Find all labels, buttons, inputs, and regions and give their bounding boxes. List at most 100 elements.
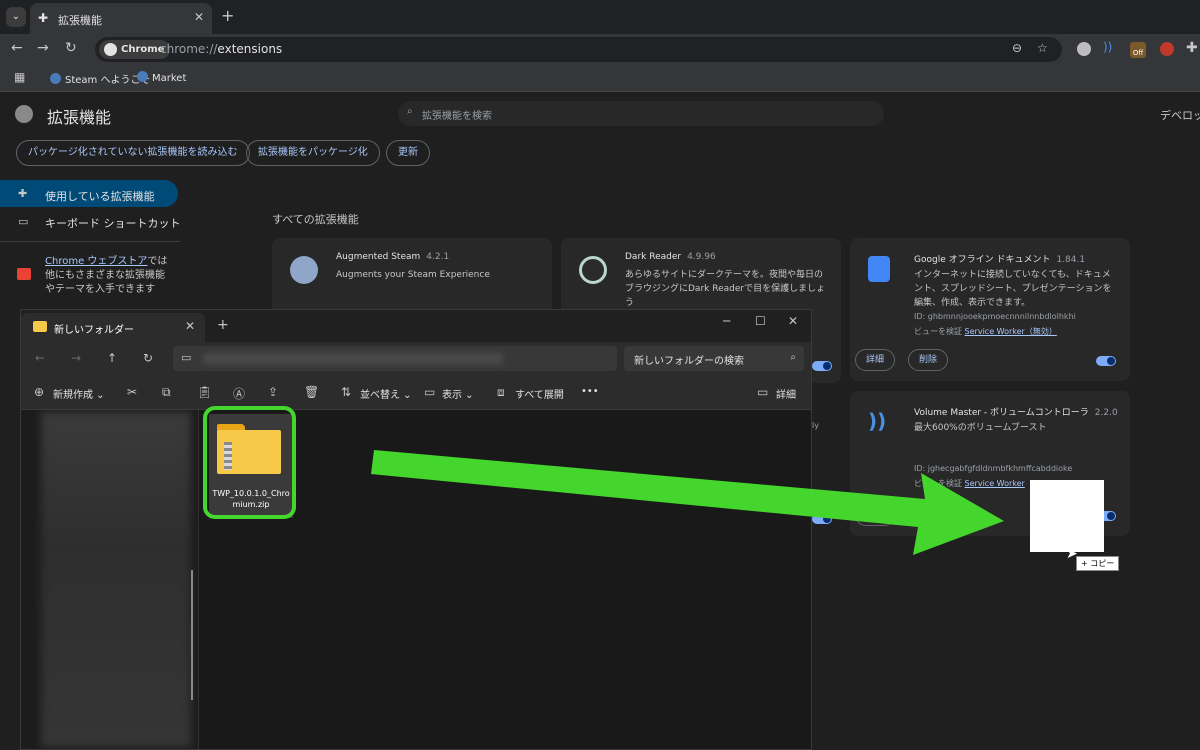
- tab-title: 拡張機能: [58, 14, 102, 27]
- details-button[interactable]: 詳細: [855, 504, 896, 526]
- file-explorer-window: 新しいフォルダー ✕ + ─ ☐ ✕ ← → ↑ ↻ ▭ 新しいフォルダーの検索…: [20, 309, 812, 750]
- puzzle-icon: ✚: [18, 187, 28, 200]
- inspect-views: ビューを検証 Service Worker: [914, 479, 1025, 488]
- zoom-icon[interactable]: ⊖: [1012, 41, 1022, 55]
- extract-all-button[interactable]: すべて展開: [515, 386, 564, 401]
- dark-reader-icon[interactable]: [1160, 42, 1174, 56]
- service-worker-link[interactable]: Service Worker（無効）: [965, 327, 1057, 336]
- keyboard-icon: ▭: [18, 215, 29, 228]
- sort-icon: ⇅: [341, 385, 352, 399]
- explorer-search-input[interactable]: 新しいフォルダーの検索 ⌕: [624, 346, 804, 371]
- load-unpacked-button[interactable]: パッケージ化されていない拡張機能を読み込む: [16, 140, 250, 166]
- drag-preview: [1030, 480, 1104, 552]
- more-options-button[interactable]: •••: [581, 386, 599, 397]
- forward-icon[interactable]: →: [37, 40, 49, 56]
- up-icon[interactable]: ↑: [107, 351, 117, 365]
- details-button[interactable]: 詳細: [776, 386, 796, 401]
- explorer-address-row: ← → ↑ ↻ ▭ 新しいフォルダーの検索 ⌕: [21, 342, 811, 376]
- sidebar-item-label: 使用している拡張機能: [45, 190, 155, 203]
- cut-icon[interactable]: ✂: [127, 385, 137, 399]
- bookmarks-bar: ▦ Steam へようこそ Market: [0, 64, 1200, 92]
- navigation-pane[interactable]: [21, 410, 199, 749]
- extension-description: Augments your Steam Experience: [336, 270, 490, 280]
- back-icon[interactable]: ←: [35, 351, 45, 365]
- delete-icon[interactable]: 🗑︎: [304, 385, 319, 399]
- pack-extension-button[interactable]: 拡張機能をパッケージ化: [246, 140, 380, 166]
- enable-toggle[interactable]: [812, 361, 832, 371]
- dark-reader-icon: [579, 256, 607, 284]
- remove-button[interactable]: 削除: [908, 349, 949, 371]
- bookmark-market[interactable]: Market: [137, 71, 186, 84]
- extensions-menu-icon[interactable]: ✚: [1186, 40, 1198, 56]
- volume-master-icon[interactable]: )): [1103, 40, 1117, 54]
- steam-icon: [50, 73, 61, 84]
- address-bar[interactable]: Chrome chrome://extensions ⊖ ☆: [95, 37, 1062, 62]
- close-icon[interactable]: ✕: [185, 319, 195, 333]
- developer-mode-label[interactable]: デベロッパー: [1160, 107, 1200, 123]
- pc-icon: ▭: [181, 351, 192, 364]
- new-icon: ⊕: [34, 385, 45, 399]
- steam-icon: [137, 71, 148, 82]
- url-text: chrome://extensions: [160, 42, 283, 56]
- extension-name: Augmented Steam 4.2.1: [336, 252, 450, 262]
- search-icon: ⌕: [407, 106, 413, 117]
- explorer-tab-bar: 新しいフォルダー ✕ + ─ ☐ ✕: [21, 310, 811, 342]
- tab-search-button[interactable]: ⌄: [6, 7, 26, 27]
- sort-button[interactable]: 並べ替え ⌄: [360, 386, 412, 401]
- web-store-link[interactable]: Chrome ウェブストア: [45, 256, 147, 267]
- google-docs-icon: [868, 256, 890, 282]
- extension-badge-icon[interactable]: Off: [1130, 42, 1146, 58]
- scrollbar[interactable]: [191, 570, 193, 700]
- maximize-icon[interactable]: ☐: [755, 314, 766, 328]
- tab-close-icon[interactable]: ✕: [194, 10, 204, 24]
- folder-icon: [33, 321, 47, 332]
- view-icon: ▭: [424, 385, 436, 399]
- explorer-content: TWP_10.0.1.0_Chromium.zip: [21, 410, 811, 749]
- volume-master-icon: )): [868, 409, 887, 433]
- service-worker-link[interactable]: Service Worker: [965, 479, 1025, 488]
- screen: ⌄ ✚ 拡張機能 ✕ + ← → ↻ Chrome chrome://exten…: [0, 0, 1200, 750]
- back-icon[interactable]: ←: [11, 40, 23, 56]
- bookmark-steam[interactable]: Steam へようこそ: [50, 71, 150, 86]
- enable-toggle[interactable]: [1096, 356, 1116, 366]
- extensions-logo-icon: [15, 105, 33, 123]
- copy-icon[interactable]: ⧉: [162, 385, 171, 400]
- enable-toggle[interactable]: [812, 514, 832, 524]
- explorer-command-bar: ⊕ 新規作成 ⌄ ✂ ⧉ 📋︎ Ⓐ ⇪ 🗑︎ ⇅ 並べ替え ⌄ ▭ 表示 ⌄ ⧈…: [21, 376, 811, 410]
- sidebar-item-shortcuts[interactable]: キーボード ショートカット: [45, 215, 181, 231]
- new-tab-button[interactable]: +: [221, 6, 234, 25]
- hidden-card-text: ly: [812, 421, 819, 430]
- minimize-icon[interactable]: ─: [723, 314, 730, 328]
- extension-description: インターネットに接続していなくても、ドキュメント、スプレッドシート、プレゼンテー…: [914, 270, 1112, 308]
- view-button[interactable]: 表示 ⌄: [442, 386, 474, 401]
- extension-search-input[interactable]: ⌕ 拡張機能を検索: [398, 101, 884, 126]
- chrome-toolbar: ← → ↻ Chrome chrome://extensions ⊖ ☆ )) …: [0, 34, 1200, 64]
- close-window-icon[interactable]: ✕: [788, 314, 798, 328]
- section-title: すべての拡張機能: [272, 213, 359, 226]
- update-button[interactable]: 更新: [386, 140, 430, 166]
- details-pane-icon: ▭: [757, 385, 769, 399]
- extension-description: 最大600%のボリュームブースト: [914, 423, 1047, 433]
- puzzle-icon: ✚: [38, 11, 49, 25]
- inspect-views: ビューを検証 Service Worker（無効）: [914, 327, 1057, 336]
- forward-icon[interactable]: →: [71, 351, 81, 365]
- tab-extensions[interactable]: ✚ 拡張機能 ✕: [30, 3, 212, 34]
- blurred-nav-tree: [41, 412, 191, 747]
- paste-icon[interactable]: 📋︎: [197, 385, 212, 399]
- search-icon: ⌕: [790, 352, 796, 363]
- apps-grid-icon[interactable]: ▦: [14, 70, 25, 84]
- augmented-steam-icon: [290, 256, 318, 284]
- reload-icon[interactable]: ↻: [65, 40, 77, 56]
- extension-id: ID: ghbmnnjooekpmoecnnnilnnbdlolhkhi: [914, 312, 1076, 321]
- rename-icon[interactable]: Ⓐ: [233, 385, 245, 402]
- blurred-path: [203, 353, 503, 364]
- explorer-tab[interactable]: 新しいフォルダー ✕: [21, 313, 205, 342]
- new-button[interactable]: 新規作成 ⌄: [53, 386, 105, 401]
- details-button[interactable]: 詳細: [855, 349, 896, 371]
- extension-icon[interactable]: [1077, 42, 1091, 56]
- share-icon[interactable]: ⇪: [268, 385, 278, 399]
- bookmark-star-icon[interactable]: ☆: [1037, 41, 1048, 55]
- new-tab-button[interactable]: +: [217, 317, 229, 333]
- path-bar[interactable]: ▭: [173, 346, 617, 371]
- refresh-icon[interactable]: ↻: [143, 351, 153, 365]
